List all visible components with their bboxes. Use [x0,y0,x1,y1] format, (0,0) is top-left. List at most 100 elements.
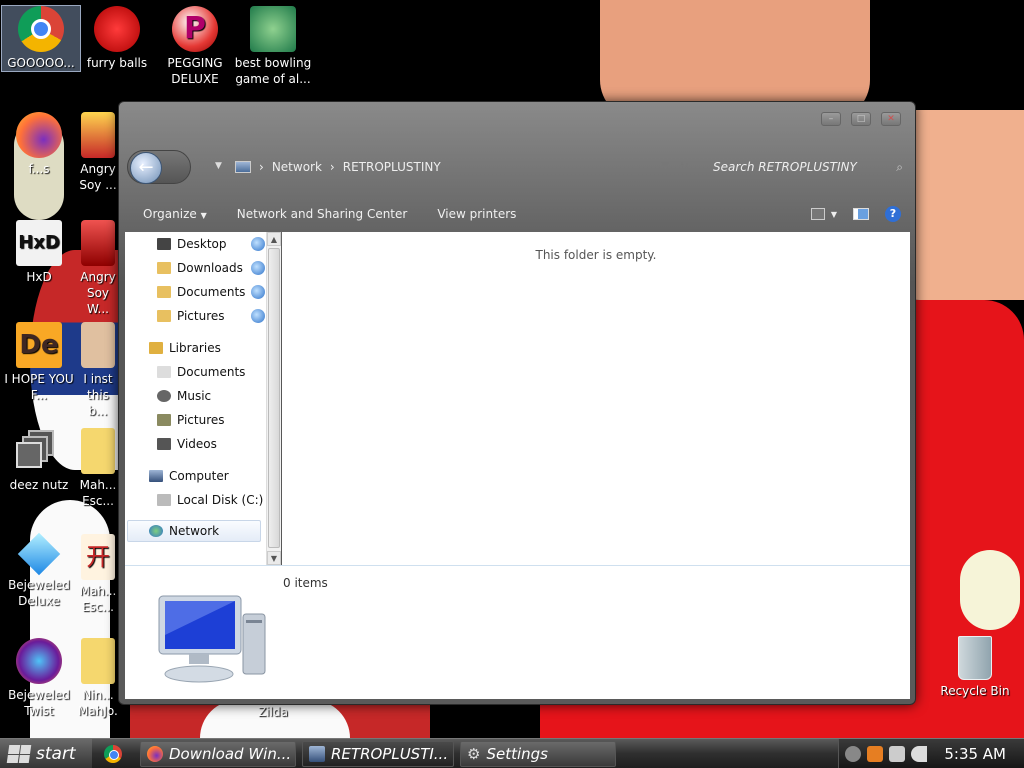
nav-item-documents[interactable]: Documents [157,282,245,302]
installer-icon [81,322,115,368]
folder-icon [157,286,171,298]
network-icon [149,525,163,537]
nav-item-pictures[interactable]: Pictures [157,306,225,326]
computer-icon [149,470,163,482]
network-tray-icon[interactable] [889,746,905,762]
nav-item-desktop[interactable]: Desktop [157,234,227,254]
desktop-icon-angry-soy-1[interactable]: Angry Soy ... [78,112,118,193]
chevron-down-icon: ▼ [200,211,207,220]
hard-disk-icon [157,494,171,506]
pin-icon [251,237,265,251]
documents-library-icon [157,366,171,378]
gear-icon: ⚙ [467,745,481,763]
clock[interactable]: 5:35 AM [944,745,1006,763]
empty-folder-message: This folder is empty. [535,248,657,262]
minimize-button[interactable]: – [821,112,841,126]
show-hidden-icons-icon[interactable] [845,746,861,762]
nav-item-libraries[interactable]: Libraries [149,338,221,358]
hxd-icon: HxD [16,220,62,266]
search-icon[interactable]: ⌕ [896,156,903,178]
maximize-button[interactable]: □ [851,112,871,126]
mahjong-icon: 开 [81,534,115,580]
address-dropdown-icon[interactable]: ▼ [661,159,669,172]
gem-twist-icon [16,638,62,684]
libraries-folder-icon [149,342,163,354]
taskbar-item-retroplustiny[interactable]: RETROPLUSTI... [302,741,454,767]
nav-item-computer[interactable]: Computer [149,466,229,486]
system-tray: 5:35 AM [838,739,1024,768]
desktop-icon-i-inst[interactable]: I inst this b... [78,322,118,419]
scroll-down-arrow-icon[interactable]: ▼ [267,551,281,565]
desktop-icon-zilda[interactable]: Zilda [234,704,312,720]
pictures-library-icon [157,414,171,426]
desktop-icon-bejeweled-deluxe[interactable]: Bejeweled Deluxe [0,532,78,609]
taskbar: start Download Win... RETROPLUSTI... ⚙ S… [0,738,1024,768]
peggle-icon: P [172,6,218,52]
taskbar-item-settings[interactable]: ⚙ Settings [460,741,616,767]
firefox-icon [16,112,62,158]
shortcut-stack-icon [16,428,62,474]
desktop-icon-furry-balls[interactable]: furry balls [78,6,156,71]
desktop-icon [157,238,171,250]
scroll-thumb[interactable] [268,248,280,548]
file-list-area[interactable]: This folder is empty. [282,232,910,565]
desktop-icon-firefox[interactable]: f...s [0,112,78,177]
desktop-icon-i-hope-you[interactable]: De I HOPE YOU F... [0,322,78,403]
pin-icon [251,261,265,275]
volume-icon[interactable] [911,746,927,762]
search-box[interactable]: Search RETROPLUSTINY ⌕ [713,156,903,178]
desktop-icon-goooo[interactable]: GOOOOO... [1,5,81,72]
desktop-icon-bejeweled-twist[interactable]: Bejeweled Twist [0,638,78,719]
scroll-up-arrow-icon[interactable]: ▲ [267,232,281,246]
change-view-icon[interactable] [810,208,825,220]
desktop-icon-deez-nutz[interactable]: deez nutz [0,428,78,493]
nav-item-lib-pictures[interactable]: Pictures [157,410,225,430]
view-printers-button[interactable]: View printers [437,207,516,221]
recent-pages-chevron-icon[interactable]: ▼ [215,161,222,171]
refresh-icon[interactable]: ↻ [679,159,688,172]
back-arrow-icon[interactable]: ← [130,152,162,184]
nav-scrollbar[interactable]: ▲ ▼ [266,232,281,565]
nav-item-downloads[interactable]: Downloads [157,258,243,278]
videos-library-icon [157,438,171,450]
start-button[interactable]: start [0,739,92,768]
nav-item-lib-documents[interactable]: Documents [157,362,245,382]
command-bar-right: ▼ ? [810,206,901,222]
network-computer-icon [158,595,266,683]
back-forward-buttons: ← [127,150,191,184]
bowling-santa-icon [250,6,296,52]
close-button[interactable]: ✕ [881,112,901,126]
wallpaper-character [960,550,1020,630]
nav-item-lib-music[interactable]: Music [157,386,211,406]
recycle-bin-icon [958,636,992,680]
pin-icon [251,309,265,323]
music-library-icon [157,390,171,402]
breadcrumb-network[interactable]: Network [272,160,322,174]
caption-buttons: – □ ✕ [821,112,901,126]
desktop-icon-mahjong-3[interactable]: Nin... MahJo... [78,638,118,719]
help-icon[interactable]: ? [885,206,901,222]
folder-icon [157,262,171,274]
desktop-icon-recycle-bin[interactable]: Recycle Bin [936,636,1014,699]
nav-item-network[interactable]: Network [149,521,219,541]
desktop-icon-angry-soy-2[interactable]: Angry Soy W... [78,220,118,317]
desktop-icon-mahjong-2[interactable]: 开 Mah... Esc... [78,534,118,615]
breadcrumb-retroplustiny[interactable]: RETROPLUSTINY [343,160,441,174]
address-bar[interactable]: › Network › RETROPLUSTINY [235,156,441,178]
nav-item-local-disk[interactable]: Local Disk (C:) [157,490,263,510]
network-sharing-center-button[interactable]: Network and Sharing Center [237,207,408,221]
desktop-icon-best-bowling[interactable]: best bowling game of al... [234,6,312,87]
nav-item-lib-videos[interactable]: Videos [157,434,217,454]
red-fuzzball-icon [94,6,140,52]
app-tray-icon[interactable] [867,746,883,762]
organize-button[interactable]: Organize ▼ [143,207,207,221]
desktop-icon-hxd[interactable]: HxD HxD [0,220,78,285]
taskbar-item-download-win[interactable]: Download Win... [140,741,296,767]
preview-pane-icon[interactable] [853,208,869,220]
desktop-icon-pegging-deluxe[interactable]: P PEGGING DELUXE [156,6,234,87]
chrome-quicklaunch-icon[interactable] [104,745,122,763]
angry-game-icon [81,112,115,158]
view-options-chevron-icon[interactable]: ▼ [831,210,837,219]
command-bar: Organize ▼ Network and Sharing Center Vi… [119,200,915,228]
desktop-icon-mahjong-1[interactable]: Mah... Esc... [78,428,118,509]
